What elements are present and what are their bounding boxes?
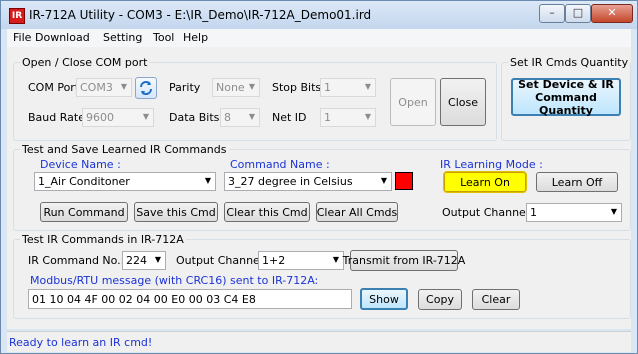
close-window-button[interactable]: ✕ [591,4,633,23]
baud-rate-label: Baud Rate [28,111,85,124]
device-name-value: 1_Air Conditoner [38,175,130,188]
parity-select[interactable]: None ▼ [212,78,260,97]
clear-all-cmds-button[interactable]: Clear All Cmds [316,202,398,222]
learn-commands-group-title: Test and Save Learned IR Commands [20,143,229,156]
menu-file[interactable]: File [13,31,31,44]
test-output-channel-value: 1+2 [262,254,286,267]
test-commands-group-title: Test IR Commands in IR-712A [20,233,186,246]
menu-download[interactable]: Download [35,31,90,44]
chevron-down-icon: ▼ [204,176,211,185]
ir-quantity-group-title: Set IR Cmds Quantity [508,56,631,69]
net-id-label: Net ID [272,111,307,124]
chevron-down-icon: ▼ [380,176,387,185]
maximize-button[interactable]: □ [565,4,591,23]
chevron-down-icon: ▼ [142,112,149,121]
chevron-down-icon: ▼ [248,82,255,91]
minimize-button[interactable]: – [539,4,565,23]
output-channel-label: Output Channel : [442,206,537,219]
device-name-label: Device Name : [40,158,121,171]
chevron-down-icon: ▼ [120,82,127,91]
data-bits-value: 8 [224,111,231,124]
chevron-down-icon: ▼ [610,207,617,216]
baud-rate-value: 9600 [86,111,114,124]
net-id-value: 1 [324,111,331,124]
title-bar[interactable]: IR IR-712A Utility - COM3 - E:\IR_Demo\I… [1,1,637,29]
ir-command-no-value: 224 [126,254,147,267]
chevron-down-icon: ▼ [364,112,371,121]
close-port-button[interactable]: Close [440,78,486,126]
test-output-channel-label: Output Channel: [176,254,267,267]
com-port-group: Open / Close COM port COM Port COM3 ▼ Pa… [13,56,497,141]
menu-tool[interactable]: Tool [153,31,174,44]
client-area: Open / Close COM port COM Port COM3 ▼ Pa… [7,47,631,329]
menu-help[interactable]: Help [183,31,208,44]
parity-label: Parity [169,81,201,94]
command-name-value: 3_27 degree in Celsius [228,175,353,188]
save-cmd-button[interactable]: Save this Cmd [134,202,218,222]
show-button[interactable]: Show [360,288,408,310]
output-channel-value: 1 [530,206,537,219]
refresh-button[interactable] [135,77,157,99]
stop-bits-label: Stop Bits [272,81,322,94]
com-port-group-title: Open / Close COM port [20,56,150,69]
refresh-icon [140,81,152,95]
data-bits-label: Data Bits [169,111,220,124]
com-port-select[interactable]: COM3 ▼ [76,78,132,97]
chevron-down-icon: ▼ [248,112,255,121]
learning-mode-label: IR Learning Mode : [440,158,543,171]
clear-cmd-button[interactable]: Clear this Cmd [224,202,310,222]
set-quantity-button[interactable]: Set Device & IR Command Quantity [511,78,621,117]
transmit-button[interactable]: Transmit from IR-712A [343,250,465,271]
modbus-message-field[interactable]: 01 10 04 4F 00 02 04 00 E0 00 03 C4 E8 [28,289,352,309]
open-port-button[interactable]: Open [390,78,436,126]
chevron-down-icon: ▼ [154,255,161,264]
command-name-label: Command Name : [230,158,330,171]
status-bar: Ready to learn an IR cmd! [7,331,631,352]
test-commands-group: Test IR Commands in IR-712A IR Command N… [13,233,631,319]
com-port-label: COM Port [28,81,80,94]
menu-setting[interactable]: Setting [103,31,142,44]
ir-quantity-group: Set IR Cmds Quantity Set Device & IR Com… [501,56,631,141]
menu-bar: File Download Setting Tool Help [7,29,631,47]
command-name-select[interactable]: 3_27 degree in Celsius ▼ [224,172,392,191]
learn-commands-group: Test and Save Learned IR Commands Device… [13,143,631,231]
modbus-message-value: 01 10 04 4F 00 02 04 00 E0 00 03 C4 E8 [32,293,256,306]
data-bits-select[interactable]: 8 ▼ [220,108,260,127]
chevron-down-icon: ▼ [364,82,371,91]
stop-bits-value: 1 [324,81,331,94]
ir-command-no-label: IR Command No.: [28,254,125,267]
stop-bits-select[interactable]: 1 ▼ [320,78,376,97]
chevron-down-icon: ▼ [332,255,339,264]
app-window: IR IR-712A Utility - COM3 - E:\IR_Demo\I… [0,0,638,354]
command-color-swatch[interactable] [395,172,413,190]
output-channel-select[interactable]: 1 ▼ [526,203,622,222]
parity-value: None [216,81,245,94]
learn-on-button[interactable]: Learn On [443,171,527,193]
copy-button[interactable]: Copy [418,289,462,310]
clear-button[interactable]: Clear [472,289,520,310]
run-command-button[interactable]: Run Command [40,202,128,222]
device-name-select[interactable]: 1_Air Conditoner ▼ [34,172,216,191]
net-id-select[interactable]: 1 ▼ [320,108,376,127]
modbus-message-label: Modbus/RTU message (with CRC16) sent to … [30,274,319,287]
status-text: Ready to learn an IR cmd! [9,336,153,349]
test-output-channel-select[interactable]: 1+2 ▼ [258,251,344,270]
learn-off-button[interactable]: Learn Off [536,172,618,192]
com-port-value: COM3 [80,81,113,94]
baud-rate-select[interactable]: 9600 ▼ [82,108,154,127]
window-title: IR-712A Utility - COM3 - E:\IR_Demo\IR-7… [29,8,372,22]
app-icon: IR [9,8,25,24]
ir-command-no-select[interactable]: 224 ▼ [122,251,166,270]
